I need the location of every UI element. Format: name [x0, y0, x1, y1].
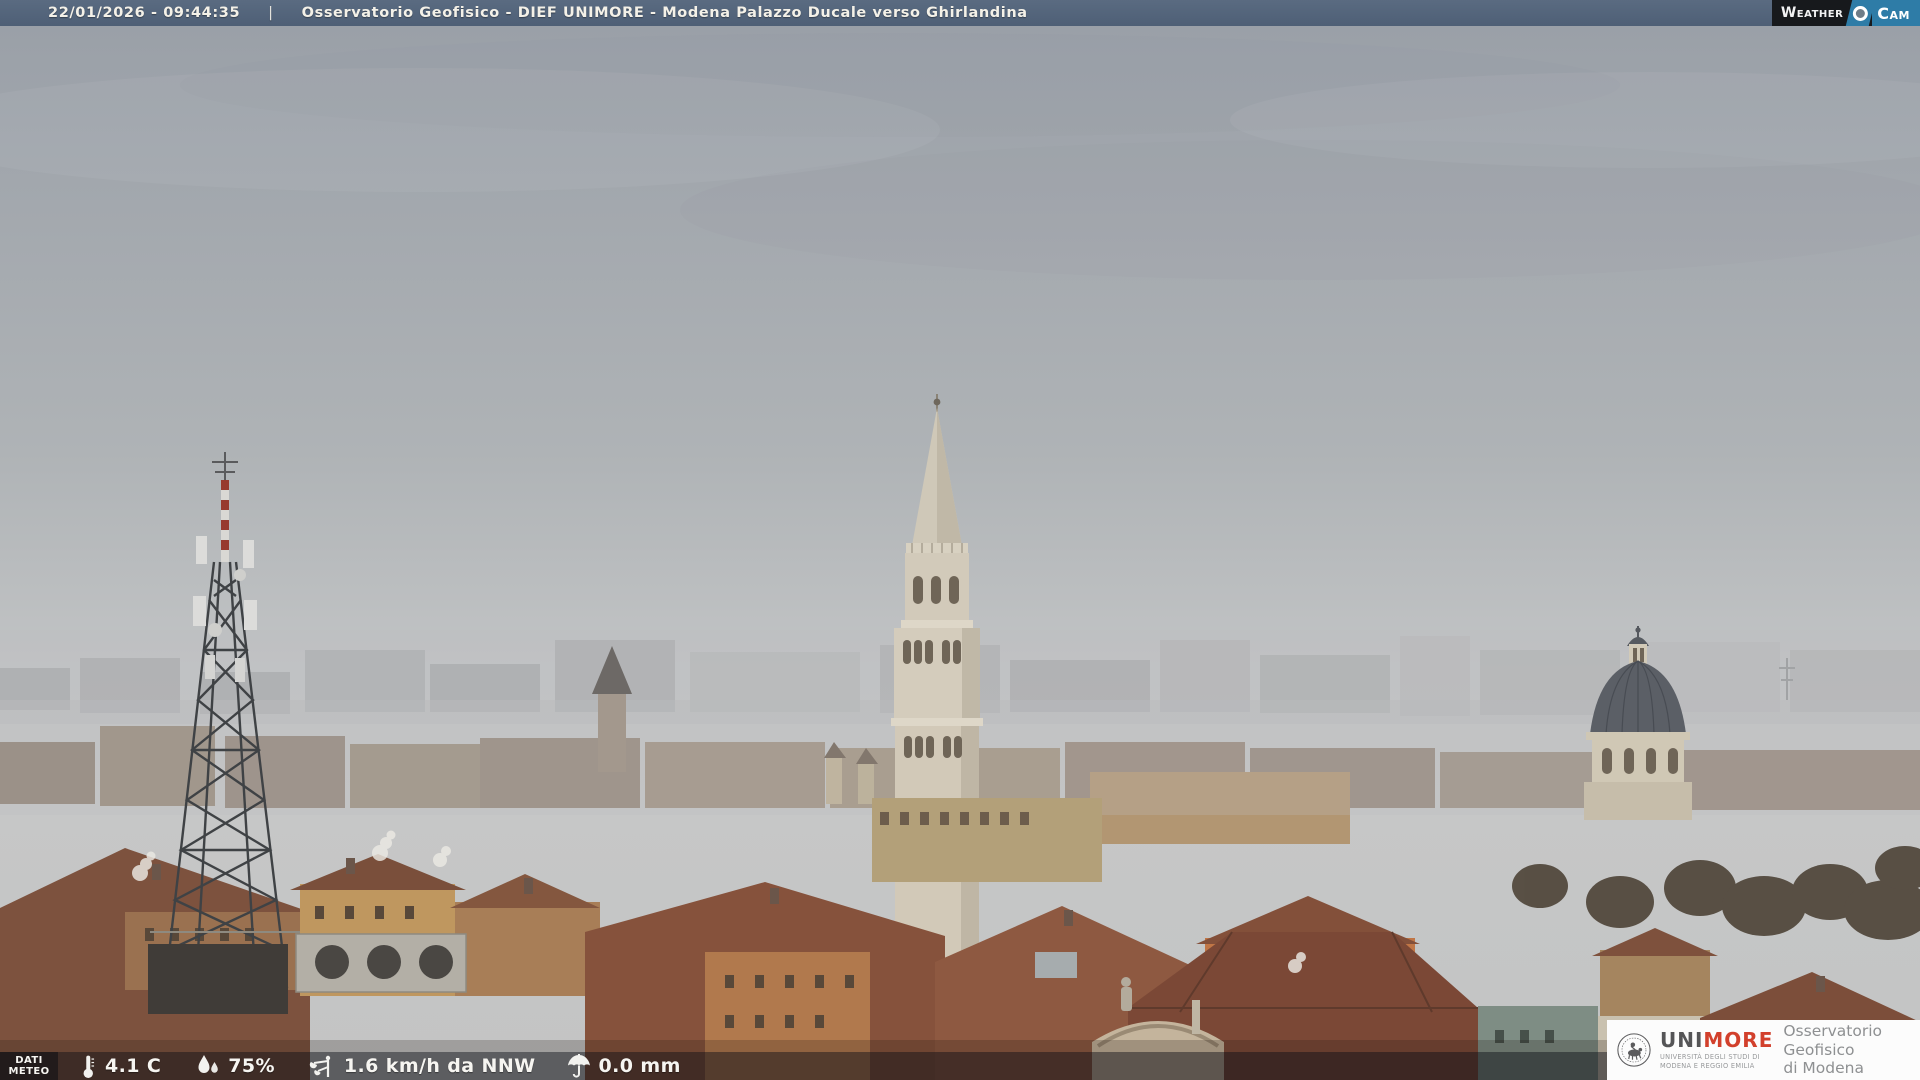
anemometer-icon — [309, 1053, 337, 1079]
temperature-value: 4.1 C — [105, 1055, 161, 1077]
camera-lens-icon — [1846, 0, 1875, 26]
humidity-drops-icon — [195, 1054, 221, 1078]
weathercam-cam-label: Cam — [1872, 0, 1920, 26]
unimore-wordmark: UNIMORE UNIVERSITÀ DEGLI STUDI DI MODENA… — [1660, 1030, 1773, 1069]
temperature-reading: 4.1 C — [78, 1053, 161, 1079]
palazzo-roofline — [872, 798, 1102, 882]
city-panorama — [0, 0, 1920, 1080]
unimore-branding: UNIMORE UNIVERSITÀ DEGLI STUDI DI MODENA… — [1607, 1020, 1920, 1080]
unimore-uni-text: UNI — [1660, 1028, 1703, 1052]
dati-meteo-label: DATI METEO — [0, 1052, 58, 1080]
top-info-bar: 22/01/2026 - 09:44:35 | Osservatorio Geo… — [0, 0, 1920, 26]
humidity-reading: 75% — [195, 1054, 275, 1078]
weathercam-logo: Weather Cam — [1772, 0, 1920, 26]
thermometer-icon — [78, 1053, 98, 1079]
university-subtitle-line2: MODENA E REGGIO EMILIA — [1660, 1062, 1773, 1070]
university-subtitle-line1: UNIVERSITÀ DEGLI STUDI DI — [1660, 1053, 1773, 1061]
rain-value: 0.0 mm — [599, 1055, 681, 1077]
camera-title: Osservatorio Geofisico - DIEF UNIMORE - … — [302, 5, 1028, 21]
wind-value: 1.6 km/h da NNW — [344, 1055, 536, 1077]
timestamp: 22/01/2026 - 09:44:35 — [48, 5, 240, 21]
rain-reading: 0.0 mm — [566, 1053, 681, 1079]
wind-reading: 1.6 km/h da NNW — [309, 1053, 536, 1079]
umbrella-icon — [566, 1053, 592, 1079]
weathercam-weather-label: Weather — [1781, 5, 1843, 21]
observatory-name: Osservatorio Geofisico di Modena — [1783, 1022, 1920, 1078]
unimore-seal-icon — [1616, 1027, 1652, 1073]
separator: | — [268, 5, 274, 21]
humidity-value: 75% — [228, 1055, 275, 1077]
webcam-view: 22/01/2026 - 09:44:35 | Osservatorio Geo… — [0, 0, 1920, 1080]
unimore-more-text: MORE — [1703, 1028, 1773, 1052]
